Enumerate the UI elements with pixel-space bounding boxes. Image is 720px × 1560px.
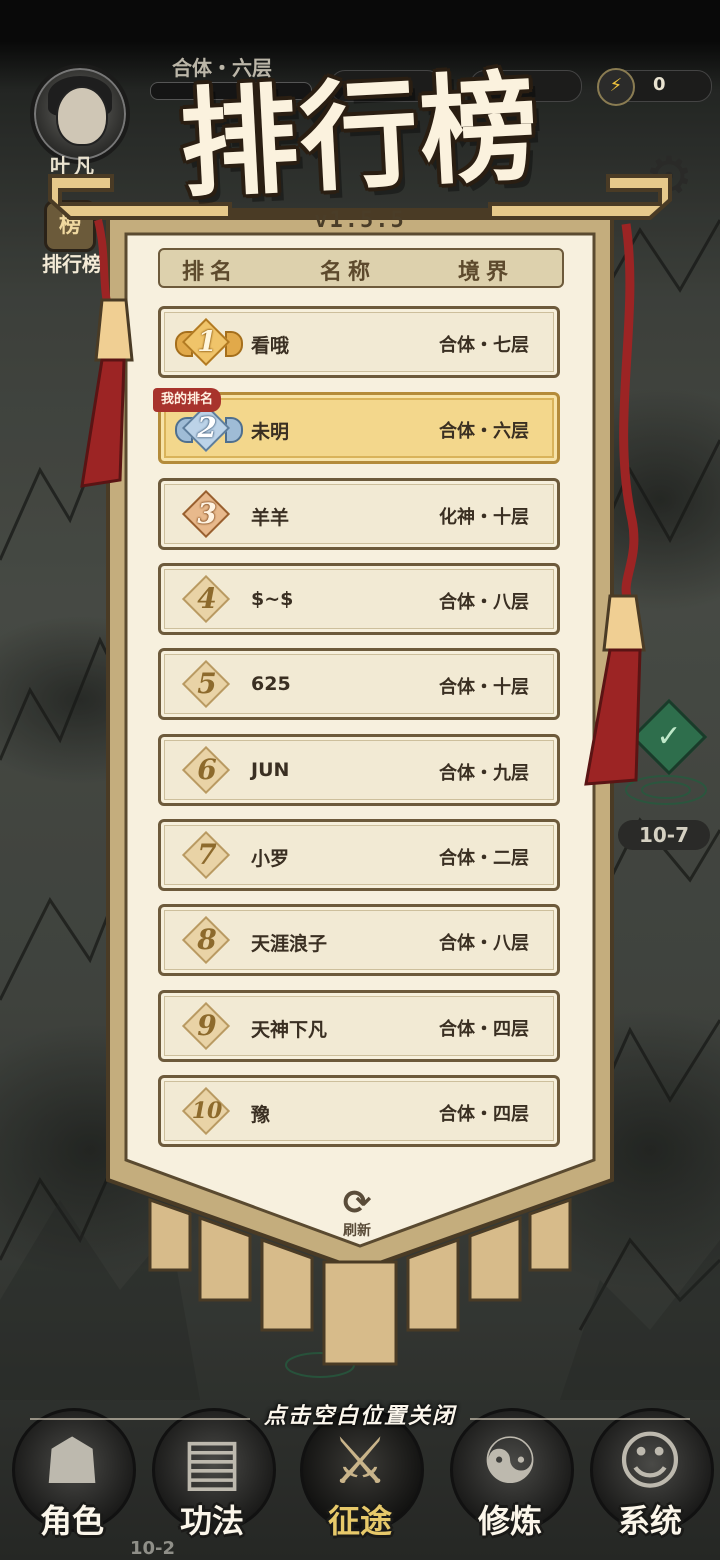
leaderboard-row-3[interactable]: 3 羊羊 化神・十层 xyxy=(158,478,560,550)
player-realm: 合体・二层 xyxy=(439,848,529,869)
player-realm: 合体・九层 xyxy=(439,763,529,784)
player-realm: 合体・八层 xyxy=(439,592,529,613)
rank-badge: 9 xyxy=(181,1001,231,1051)
leaderboard-row-8[interactable]: 8 天涯浪子 合体・八层 xyxy=(158,904,560,976)
version-label: v1.5.5 xyxy=(314,208,406,233)
rank-badge: 7 xyxy=(181,830,231,880)
player-realm: 合体・八层 xyxy=(439,933,529,954)
nav-label: 系统 xyxy=(617,1502,682,1540)
player-name: 天涯浪子 xyxy=(251,933,328,955)
leaderboard-row-10[interactable]: 10 豫 合体・四层 xyxy=(158,1075,560,1147)
my-rank-tag: 我的排名 xyxy=(153,388,222,412)
player-name: 天神下凡 xyxy=(251,1019,328,1041)
close-hint: 点击空白位置关闭 xyxy=(263,1404,456,1429)
player-realm: 合体・七层 xyxy=(439,335,529,356)
rank-badge: 6 xyxy=(181,745,231,795)
rank-badge: 5 xyxy=(181,659,231,709)
nav-label: 功法 xyxy=(179,1502,244,1540)
player-realm: 合体・十层 xyxy=(439,677,529,698)
rank-badge-silver: 2 xyxy=(175,403,243,453)
header-rank: 排名 xyxy=(182,260,239,285)
leaderboard-title: 排行榜 xyxy=(176,56,544,215)
header-realm: 境界 xyxy=(458,260,515,285)
leaderboard-row-9[interactable]: 9 天神下凡 合体・四层 xyxy=(158,990,560,1062)
player-name: 看哦 xyxy=(251,335,290,357)
nav-label: 修炼 xyxy=(477,1502,542,1540)
leaderboard-row-1[interactable]: 1 看哦 合体・七层 xyxy=(158,306,560,378)
player-name: 小罗 xyxy=(251,848,290,870)
rank-badge-bronze: 3 xyxy=(181,489,231,539)
leaderboard-row-5[interactable]: 5 625 合体・十层 xyxy=(158,648,560,720)
player-name: JUN xyxy=(251,759,290,781)
leaderboard-row-6[interactable]: 6 JUN 合体・九层 xyxy=(158,734,560,806)
player-name: 羊羊 xyxy=(251,507,290,529)
leaderboard-row-4[interactable]: 4 $~$ 合体・八层 xyxy=(158,563,560,635)
refresh-icon: ⟳ xyxy=(342,1183,372,1223)
rank-badge: 10 xyxy=(181,1086,231,1136)
player-realm: 合体・四层 xyxy=(439,1104,529,1125)
player-realm: 化神・十层 xyxy=(439,507,529,528)
player-name: 未明 xyxy=(251,421,290,443)
player-realm: 合体・四层 xyxy=(439,1019,529,1040)
nav-label: 征途 xyxy=(327,1502,392,1540)
header-name: 名称 xyxy=(320,260,377,285)
nav-label: 角色 xyxy=(39,1502,104,1540)
rank-badge: 8 xyxy=(181,915,231,965)
player-name: 豫 xyxy=(251,1104,271,1126)
player-realm: 合体・六层 xyxy=(439,421,529,442)
leaderboard-header: 排名 名称 境界 xyxy=(158,248,564,288)
rank-badge: 4 xyxy=(181,574,231,624)
player-name: $~$ xyxy=(251,588,294,610)
refresh-label: 刷新 xyxy=(343,1223,371,1239)
player-name: 625 xyxy=(251,673,291,695)
refresh-button[interactable]: ⟳ 刷新 xyxy=(332,1186,382,1242)
rank-badge-gold: 1 xyxy=(175,317,243,367)
leaderboard-row-7[interactable]: 7 小罗 合体・二层 xyxy=(158,819,560,891)
